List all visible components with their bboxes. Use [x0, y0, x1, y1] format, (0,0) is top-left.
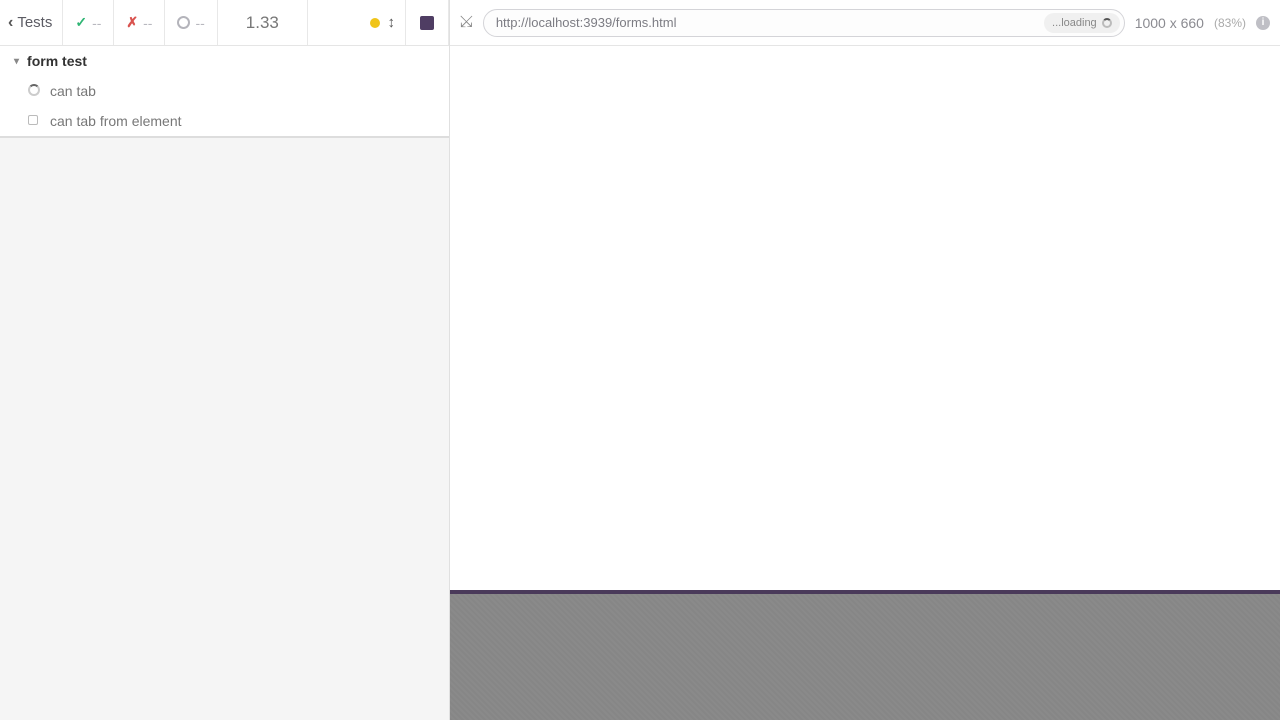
url-text: http://localhost:3939/forms.html — [496, 15, 1044, 30]
caret-down-icon: ▾ — [14, 56, 19, 67]
stop-button[interactable] — [406, 0, 449, 45]
passed-count: ✓ -- — [63, 0, 114, 45]
aut-iframe[interactable] — [450, 46, 1280, 590]
loading-indicator: ...loading — [1044, 13, 1120, 33]
spinner-icon — [28, 84, 42, 99]
devtools-console[interactable] — [450, 594, 1280, 720]
preview-area — [450, 46, 1280, 720]
info-icon[interactable]: i — [1256, 16, 1270, 30]
status-dot-icon — [370, 18, 380, 28]
pending-box-icon — [28, 114, 42, 128]
test-label: can tab — [50, 83, 96, 99]
spinner-icon — [1102, 18, 1112, 28]
aut-panel: ⤩ http://localhost:3939/forms.html ...lo… — [450, 0, 1280, 720]
failed-count: ✗ -- — [114, 0, 165, 45]
test-runner-panel: ‹ Tests ✓ -- ✗ -- -- 1.33 ↕ — [0, 0, 450, 720]
pending-value: -- — [195, 15, 204, 31]
failed-value: -- — [143, 15, 152, 31]
selector-playground-icon[interactable]: ⤩ — [460, 14, 473, 32]
circle-icon — [177, 16, 190, 29]
test-list: ▾ form test can tab can tab from element — [0, 46, 449, 138]
loading-label: ...loading — [1052, 17, 1097, 29]
timer-value: 1.33 — [230, 13, 295, 33]
viewport-size: 1000 x 660 — [1135, 15, 1204, 31]
x-icon: ✗ — [126, 14, 138, 31]
test-row[interactable]: can tab — [0, 76, 449, 106]
url-toolbar: ⤩ http://localhost:3939/forms.html ...lo… — [450, 0, 1280, 46]
pending-count: -- — [165, 0, 217, 45]
back-label: Tests — [17, 14, 52, 31]
suite-title: form test — [27, 53, 87, 69]
stop-icon — [420, 16, 434, 30]
url-input-wrap[interactable]: http://localhost:3939/forms.html ...load… — [483, 9, 1125, 37]
passed-value: -- — [92, 15, 101, 31]
test-label: can tab from element — [50, 113, 182, 129]
viewport-scale: (83%) — [1214, 16, 1246, 30]
suite-row[interactable]: ▾ form test — [0, 46, 449, 76]
timer-display: 1.33 — [218, 0, 308, 45]
back-to-tests-button[interactable]: ‹ Tests — [0, 0, 63, 45]
viewport-resize-icon[interactable]: ↕ — [388, 14, 396, 31]
command-log-area — [0, 138, 449, 720]
runner-toolbar: ‹ Tests ✓ -- ✗ -- -- 1.33 ↕ — [0, 0, 449, 46]
test-row[interactable]: can tab from element — [0, 106, 449, 136]
toolbar-spacer: ↕ — [308, 0, 406, 45]
check-icon: ✓ — [75, 14, 87, 31]
chevron-left-icon: ‹ — [8, 14, 13, 32]
